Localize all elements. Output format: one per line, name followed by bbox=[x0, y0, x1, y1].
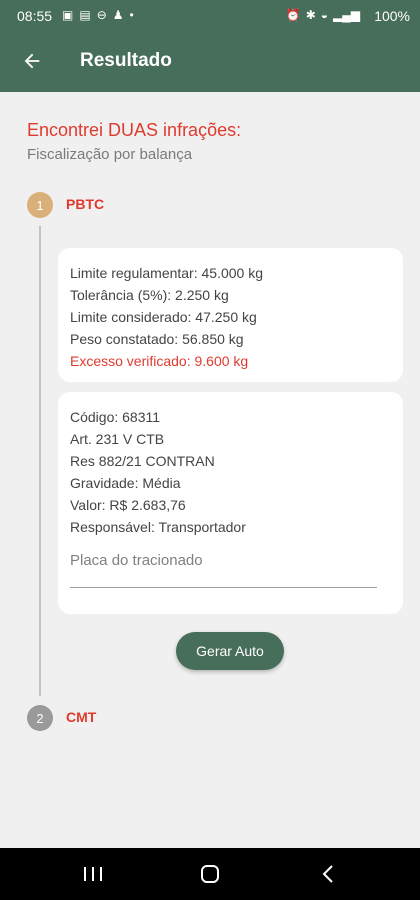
step-1-label[interactable]: PBTC bbox=[66, 196, 104, 212]
infraction-severity: Gravidade: Média bbox=[70, 475, 181, 491]
result-headline: Encontrei DUAS infrações: bbox=[27, 120, 242, 140]
placa-tracionado-field[interactable]: Placa do tracionado bbox=[70, 548, 377, 588]
system-icons: ⏰ ✱ ◒ ▂▄▆ bbox=[286, 8, 360, 22]
placa-tracionado-placeholder: Placa do tracionado bbox=[70, 552, 203, 569]
recents-button[interactable] bbox=[68, 848, 118, 900]
system-back-button[interactable] bbox=[303, 848, 353, 900]
gallery-icon: ▣ bbox=[62, 8, 74, 22]
generate-auto-button[interactable]: Gerar Auto bbox=[176, 632, 284, 670]
alarm-icon: ⏰ bbox=[285, 8, 301, 22]
step-2-indicator[interactable]: 2 bbox=[27, 705, 53, 731]
bluetooth-icon: ✱ bbox=[305, 8, 316, 22]
app-bar: Resultado bbox=[0, 30, 420, 92]
infraction-responsible: Responsável: Transportador bbox=[70, 519, 246, 535]
home-icon bbox=[201, 865, 219, 883]
recents-icon bbox=[84, 867, 102, 881]
weight-summary-card: Limite regulamentar: 45.000 kg Tolerânci… bbox=[58, 248, 403, 382]
status-bar: 08:55 ▣ ▤ ⊖ ♟ • ⏰ ✱ ◒ ▂▄▆ 100% bbox=[0, 0, 420, 30]
bank-icon: ▤ bbox=[79, 8, 91, 22]
step-1-indicator[interactable]: 1 bbox=[27, 192, 53, 218]
status-time: 08:55 bbox=[17, 8, 53, 24]
arrow-left-icon bbox=[24, 53, 40, 69]
wifi-icon: ◒ bbox=[320, 8, 329, 22]
system-navigation-bar bbox=[0, 848, 420, 900]
dot-icon: • bbox=[129, 8, 134, 22]
home-button[interactable] bbox=[185, 848, 235, 900]
limit-regulamentar: Limite regulamentar: 45.000 kg bbox=[70, 265, 263, 281]
infraction-resolution: Res 882/21 CONTRAN bbox=[70, 453, 215, 469]
stepper-connector bbox=[39, 226, 41, 696]
dnd-icon: ⊖ bbox=[96, 8, 107, 22]
notification-icons: ▣ ▤ ⊖ ♟ • bbox=[62, 8, 134, 22]
excess-verified: Excesso verificado: 9.600 kg bbox=[70, 353, 249, 369]
back-button[interactable] bbox=[14, 44, 50, 78]
snapchat-icon: ♟ bbox=[112, 8, 124, 22]
chevron-left-icon bbox=[322, 865, 333, 883]
battery-level: 100% bbox=[374, 8, 410, 24]
tolerance: Tolerância (5%): 2.250 kg bbox=[70, 287, 229, 303]
signal-icon: ▂▄▆ bbox=[333, 8, 360, 22]
page-title: Resultado bbox=[80, 50, 172, 71]
result-subtitle: Fiscalização por balança bbox=[27, 146, 193, 163]
weight-measured: Peso constatado: 56.850 kg bbox=[70, 331, 244, 347]
limit-considered: Limite considerado: 47.250 kg bbox=[70, 309, 257, 325]
infraction-article: Art. 231 V CTB bbox=[70, 431, 165, 447]
step-2-label[interactable]: CMT bbox=[66, 709, 96, 725]
infraction-code: Código: 68311 bbox=[70, 409, 161, 425]
infraction-value: Valor: R$ 2.683,76 bbox=[70, 497, 186, 513]
